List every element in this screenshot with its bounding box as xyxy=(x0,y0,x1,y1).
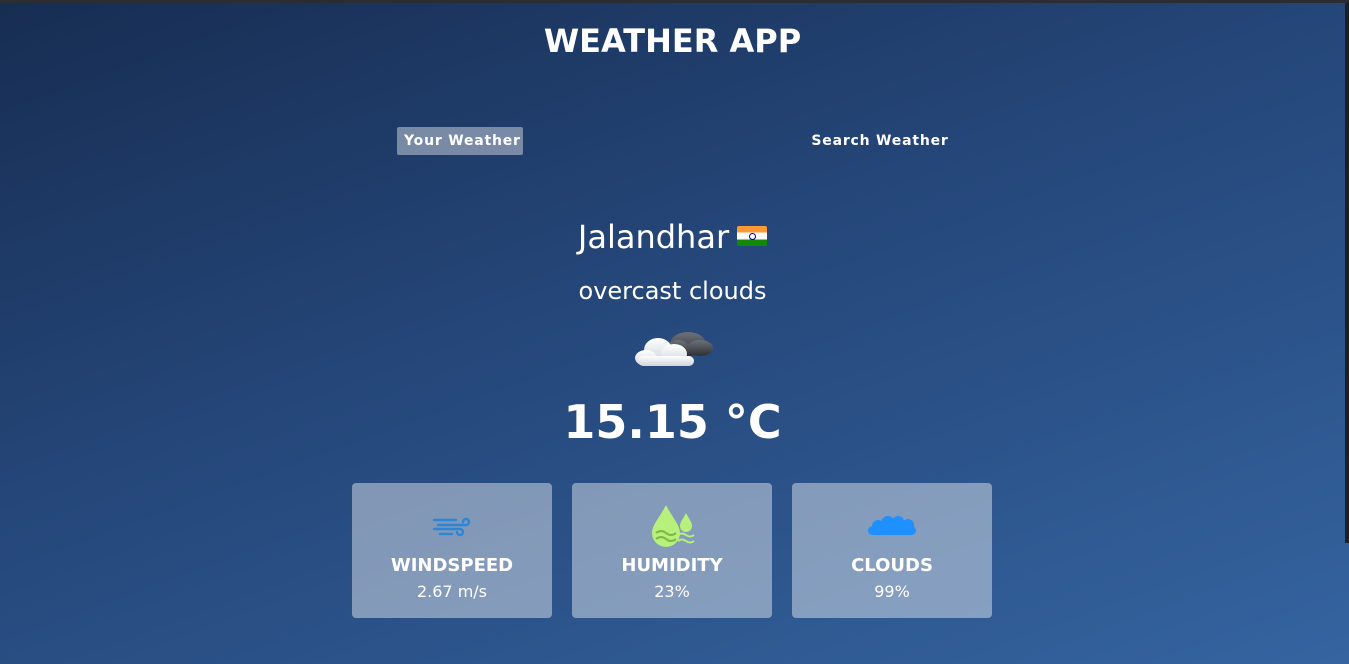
temperature: 15.15 °C xyxy=(563,395,782,449)
clouds-label: CLOUDS xyxy=(851,555,933,576)
weather-condition: overcast clouds xyxy=(578,277,767,305)
tab-your-weather[interactable]: Your Weather xyxy=(397,127,523,155)
wind-icon xyxy=(352,501,552,551)
india-flag-icon xyxy=(737,226,768,246)
windspeed-value: 2.67 m/s xyxy=(416,582,488,601)
app-title: WEATHER APP xyxy=(543,22,802,60)
clouds-value: 99% xyxy=(874,582,910,601)
humidity-card: HUMIDITY 23% xyxy=(572,483,772,618)
tab-search-weather[interactable]: Search Weather xyxy=(803,127,957,155)
window-top-border xyxy=(0,0,1349,3)
cloud-icon xyxy=(630,320,720,376)
clouds-card: CLOUDS 99% xyxy=(792,483,992,618)
windspeed-label: WINDSPEED xyxy=(390,555,514,576)
humidity-label: HUMIDITY xyxy=(621,555,723,576)
scrollbar[interactable] xyxy=(1345,3,1349,543)
city-name: Jalandhar xyxy=(577,218,730,256)
humidity-drop-icon xyxy=(572,501,772,551)
windspeed-card: WINDSPEED 2.67 m/s xyxy=(352,483,552,618)
location-row: Jalandhar xyxy=(0,216,1345,258)
humidity-value: 23% xyxy=(654,582,690,601)
cloud-stat-icon xyxy=(792,501,992,551)
